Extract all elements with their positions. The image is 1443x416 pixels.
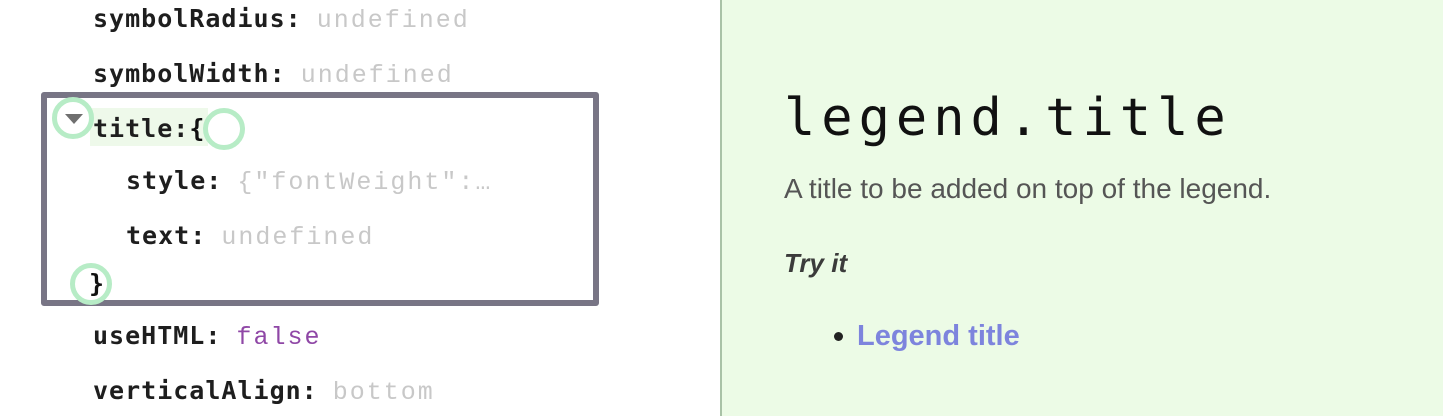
tree-key: symbolWidth:	[93, 59, 286, 88]
focus-ring-close-brace	[70, 263, 112, 305]
tree-key: verticalAlign:	[93, 376, 318, 405]
tree-value: false	[236, 323, 322, 352]
tree-value: undefined	[316, 6, 470, 35]
tree-row-symbol-width[interactable]: symbolWidth: undefined	[93, 59, 454, 91]
focus-ring-caret	[52, 97, 94, 139]
documentation-panel: legend.title A title to be added on top …	[720, 0, 1443, 416]
options-tree-panel: symbolRadius: undefined symbolWidth: und…	[0, 0, 720, 416]
try-it-heading: Try it	[784, 248, 848, 278]
app-root: symbolRadius: undefined symbolWidth: und…	[0, 0, 1443, 416]
tree-value: bottom	[332, 378, 435, 407]
selection-highlight-box	[41, 92, 599, 306]
example-link-legend-title[interactable]: Legend title	[857, 320, 1020, 353]
tree-row-use-html[interactable]: useHTML: false	[93, 321, 322, 353]
tree-key: useHTML:	[93, 321, 222, 350]
doc-title: legend.title	[784, 88, 1232, 148]
focus-ring-open-brace	[203, 108, 245, 150]
example-link-list: Legend title	[834, 320, 1020, 353]
tree-key: symbolRadius:	[93, 4, 302, 33]
tree-value: undefined	[300, 61, 454, 90]
tree-row-vertical-align[interactable]: verticalAlign: bottom	[93, 376, 435, 408]
tree-row-symbol-radius[interactable]: symbolRadius: undefined	[93, 4, 470, 36]
doc-description: A title to be added on top of the legend…	[784, 173, 1272, 204]
bullet-icon	[834, 332, 843, 341]
